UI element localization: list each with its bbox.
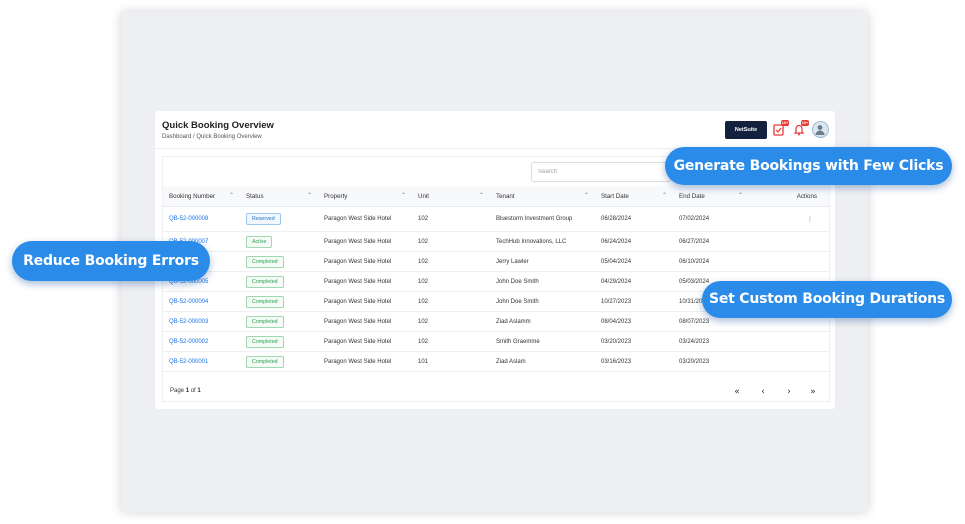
table-row[interactable]: QB-52-000002 Completed Paragon West Side… [163, 331, 829, 352]
tenant-cell: Bluestorm Investment Group [490, 206, 595, 232]
property-cell: Paragon West Side Hotel [318, 351, 412, 372]
status-badge: Completed [246, 315, 284, 328]
sort-icon: ⌃ [737, 193, 743, 199]
end-date-cell: 06/27/2024 [673, 231, 749, 252]
previous-page-button[interactable]: ‹ [756, 385, 770, 399]
end-date-cell: 03/20/2023 [673, 351, 749, 372]
column-header-actions: Actions [749, 186, 829, 207]
property-cell: Paragon West Side Hotel [318, 271, 412, 292]
status-badge: Completed [246, 255, 284, 268]
unit-cell: 102 [412, 271, 490, 292]
property-cell: Paragon West Side Hotel [318, 311, 412, 332]
status-badge: Completed [246, 335, 284, 348]
column-header-end-date[interactable]: End Date ⌃ [673, 186, 749, 207]
booking-number-link[interactable]: QB-52-000008 [163, 206, 240, 232]
unit-cell: 102 [412, 291, 490, 312]
sort-icon: ⌃ [583, 193, 589, 199]
start-date-cell: 10/27/2023 [595, 291, 673, 312]
booking-number-link[interactable]: QB-52-000001 [163, 351, 240, 372]
sort-icon: ⌃ [400, 193, 406, 199]
last-page-button[interactable]: » [806, 385, 820, 399]
status-badge: Completed [246, 295, 284, 308]
property-cell: Paragon West Side Hotel [318, 231, 412, 252]
notifications-badge: 10+ [801, 120, 809, 126]
tenant-cell: Ziad Aslamm [490, 311, 595, 332]
status-badge: Completed [246, 275, 284, 288]
first-page-button[interactable]: « [730, 385, 744, 399]
table-row[interactable]: QB-52-000001 Completed Paragon West Side… [163, 351, 829, 372]
callout-generate-bookings: Generate Bookings with Few Clicks [665, 147, 952, 185]
column-header-property[interactable]: Property ⌃ [318, 186, 412, 207]
table-row[interactable]: QB-52-000008 Reserved Paragon West Side … [163, 206, 829, 232]
end-date-cell: 07/02/2024 [673, 206, 749, 232]
column-header-unit[interactable]: Unit ⌃ [412, 186, 490, 207]
more-actions-icon[interactable]: ⋮ [749, 206, 829, 232]
start-date-cell: 08/04/2023 [595, 311, 673, 332]
netsuite-button[interactable]: NetSuite [725, 121, 767, 139]
start-date-cell: 03/16/2023 [595, 351, 673, 372]
unit-cell: 102 [412, 311, 490, 332]
booking-number-link[interactable]: QB-52-000003 [163, 311, 240, 332]
sort-icon: ⌃ [228, 193, 234, 199]
sort-icon: ⌃ [661, 193, 667, 199]
start-date-cell: 06/24/2024 [595, 231, 673, 252]
tenant-cell: Jerry Lawler [490, 251, 595, 272]
unit-cell: 102 [412, 206, 490, 232]
callout-custom-durations: Set Custom Booking Durations [702, 281, 952, 318]
next-page-button[interactable]: › [782, 385, 796, 399]
tenant-cell: Ziad Aslam [490, 351, 595, 372]
notifications-button[interactable]: 10+ [791, 120, 809, 137]
sort-icon: ⌃ [478, 193, 484, 199]
start-date-cell: 05/04/2024 [595, 251, 673, 272]
chevron-right-icon: › [787, 387, 791, 397]
start-date-cell: 03/20/2023 [595, 331, 673, 352]
table-row[interactable]: QB-52-000006 Completed Paragon West Side… [163, 251, 829, 272]
property-cell: Paragon West Side Hotel [318, 291, 412, 312]
chevron-left-icon: ‹ [761, 387, 765, 397]
table-header-row: Booking Number ⌃ Status ⌃ Property ⌃ Unit ⌃ … [163, 186, 829, 207]
end-date-cell: 03/24/2023 [673, 331, 749, 352]
unit-cell: 102 [412, 231, 490, 252]
table-row[interactable]: QB-52-000007 Active Paragon West Side Ho… [163, 231, 829, 252]
property-cell: Paragon West Side Hotel [318, 206, 412, 232]
search-input[interactable] [531, 162, 671, 182]
unit-cell: 102 [412, 251, 490, 272]
callout-reduce-errors: Reduce Booking Errors [12, 241, 210, 281]
page-indicator: Page 1 of 1 [170, 388, 201, 394]
bookings-table: Booking Number ⌃ Status ⌃ Property ⌃ Unit ⌃ … [163, 186, 829, 372]
user-avatar-icon [815, 125, 825, 135]
breadcrumb[interactable]: Dashboard / Quick Booking Overview [162, 134, 262, 140]
start-date-cell: 04/29/2024 [595, 271, 673, 292]
status-badge: Completed [246, 355, 284, 368]
avatar[interactable] [812, 121, 829, 138]
column-header-status[interactable]: Status ⌃ [240, 186, 318, 207]
column-header-booking-number[interactable]: Booking Number ⌃ [163, 186, 240, 207]
tenant-cell: John Doe Smith [490, 271, 595, 292]
status-badge: Reserved [246, 213, 281, 225]
end-date-cell: 06/10/2024 [673, 251, 749, 272]
tenant-cell: John Doe Smith [490, 291, 595, 312]
column-header-start-date[interactable]: Start Date ⌃ [595, 186, 673, 207]
booking-number-link[interactable]: QB-52-000004 [163, 291, 240, 312]
status-badge: Active [246, 235, 273, 248]
property-cell: Paragon West Side Hotel [318, 331, 412, 352]
unit-cell: 101 [412, 351, 490, 372]
column-header-tenant[interactable]: Tenant ⌃ [490, 186, 595, 207]
task-alert-badge: 10+ [781, 120, 789, 126]
start-date-cell: 06/28/2024 [595, 206, 673, 232]
double-chevron-left-icon: « [734, 387, 740, 397]
task-alert-button[interactable]: 10+ [771, 120, 789, 137]
sort-icon: ⌃ [306, 193, 312, 199]
tenant-cell: Smith Graemme [490, 331, 595, 352]
unit-cell: 102 [412, 331, 490, 352]
double-chevron-right-icon: » [810, 387, 816, 397]
property-cell: Paragon West Side Hotel [318, 251, 412, 272]
booking-number-link[interactable]: QB-52-000002 [163, 331, 240, 352]
tenant-cell: TechHub Innovations, LLC [490, 231, 595, 252]
page-title: Quick Booking Overview [162, 120, 274, 131]
